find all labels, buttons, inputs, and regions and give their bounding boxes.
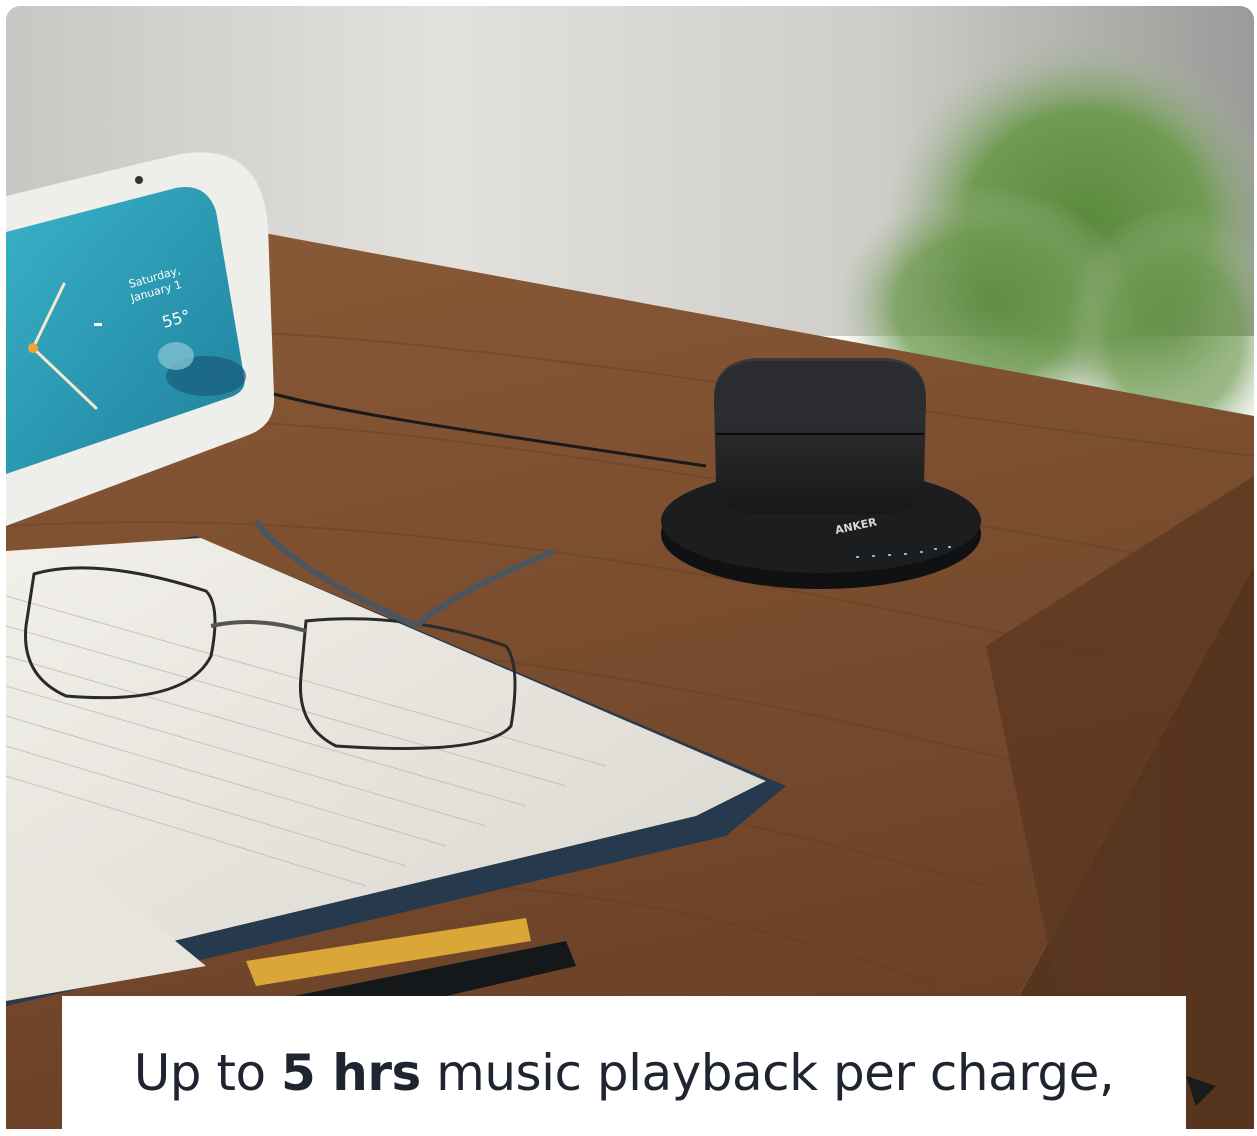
caption-headline: Up to 5 hrs music playback per charge, [62, 1038, 1186, 1108]
caption-card: Up to 5 hrs music playback per charge, [62, 996, 1186, 1136]
desk-scene-photo: Saturday, January 1 55° ANKER [6, 6, 1254, 1129]
caption-prefix: Up to [133, 1044, 282, 1102]
product-image-frame: Saturday, January 1 55° ANKER [6, 6, 1254, 1129]
caption-bold-duration: 5 hrs [281, 1044, 421, 1102]
caption-suffix: music playback per charge, [420, 1044, 1115, 1102]
